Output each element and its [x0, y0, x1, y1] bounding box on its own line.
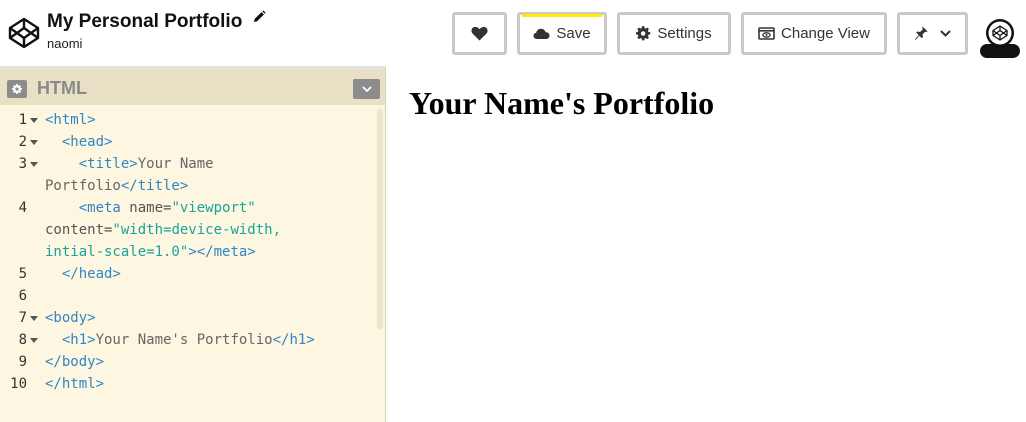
- code-line[interactable]: 5 </head>: [0, 263, 376, 285]
- code-token: </head>: [61, 266, 121, 282]
- code-text: <html>: [45, 109, 96, 131]
- settings-label: Settings: [657, 25, 712, 42]
- fold-arrow-icon[interactable]: [30, 140, 38, 145]
- fold-arrow-icon[interactable]: [30, 316, 38, 321]
- line-number: 5: [18, 266, 27, 282]
- pin-menu-button[interactable]: [897, 12, 968, 55]
- preview-heading: Your Name's Portfolio: [409, 85, 715, 121]
- line-number: 2: [18, 134, 27, 150]
- code-line[interactable]: 10 </html>: [0, 373, 376, 395]
- gear-icon: [636, 26, 651, 41]
- code-token: <meta: [78, 200, 130, 216]
- code-line[interactable]: 6: [0, 285, 376, 307]
- code-token: </title>: [120, 178, 189, 194]
- settings-button[interactable]: Settings: [617, 12, 731, 55]
- code-token: name=: [129, 200, 172, 216]
- line-number: 6: [18, 288, 27, 304]
- code-line[interactable]: 9 </body>: [0, 351, 376, 373]
- code-token: Your Name's Portfolio: [95, 332, 273, 348]
- user-avatar[interactable]: [978, 14, 1022, 58]
- project-info: My Personal Portfolio naomi: [47, 10, 266, 51]
- code-token: <h1>: [61, 332, 96, 348]
- code-text: </head>: [45, 263, 121, 285]
- line-number: 7: [18, 310, 27, 326]
- code-line[interactable]: 7 <body>: [0, 307, 376, 329]
- code-token: content=: [45, 222, 113, 238]
- fold-arrow-icon[interactable]: [30, 162, 38, 167]
- top-bar: My Personal Portfolio naomi Save Setting…: [0, 0, 1026, 66]
- editor-settings-button[interactable]: [7, 80, 27, 98]
- save-label: Save: [556, 25, 591, 42]
- editor-collapse-button[interactable]: [353, 79, 380, 99]
- line-number: 3: [18, 156, 27, 172]
- code-text: <title>Your Name: [45, 153, 214, 175]
- line-number: 10: [10, 376, 27, 392]
- user-name[interactable]: naomi: [47, 36, 266, 51]
- fold-arrow-icon[interactable]: [30, 338, 38, 343]
- code-line[interactable]: 8 <h1>Your Name's Portfolio</h1>: [0, 329, 376, 351]
- chevron-down-icon: [361, 86, 372, 92]
- code-token: </h1>: [272, 332, 315, 348]
- code-line[interactable]: 2 <head>: [0, 131, 376, 153]
- chevron-down-icon: [940, 30, 951, 37]
- code-token: ></meta>: [188, 244, 256, 260]
- change-view-label: Change View: [781, 25, 870, 42]
- line-number: 4: [18, 200, 27, 216]
- change-view-icon: [758, 27, 775, 40]
- code-token: intial-scale=1.0": [45, 244, 189, 260]
- code-text: intial-scale=1.0"></meta>: [45, 241, 256, 263]
- line-number: 8: [18, 332, 27, 348]
- html-editor-pane: HTML 1 <html> 2 <head> 3 <title>Your Name Po…: [0, 66, 386, 422]
- code-line[interactable]: 1 <html>: [0, 109, 376, 131]
- pin-icon: [914, 26, 928, 40]
- code-text: content="width=device-width,: [45, 219, 281, 241]
- code-token: </html>: [45, 376, 105, 392]
- code-token: "viewport": [171, 200, 256, 216]
- cloud-icon: [533, 28, 550, 39]
- gear-icon: [12, 84, 22, 94]
- fold-arrow-icon[interactable]: [30, 118, 38, 123]
- code-line[interactable]: 3 <title>Your Name: [0, 153, 376, 175]
- love-button[interactable]: [452, 12, 507, 55]
- code-line[interactable]: 4 <meta name="viewport": [0, 197, 376, 219]
- change-view-button[interactable]: Change View: [741, 12, 887, 55]
- code-token: <html>: [45, 112, 96, 128]
- code-token: <head>: [61, 134, 113, 150]
- code-text: <body>: [45, 307, 96, 329]
- code-token: Your Name: [137, 156, 214, 172]
- code-area[interactable]: 1 <html> 2 <head> 3 <title>Your Name Portfol…: [0, 109, 376, 395]
- line-number: 9: [18, 354, 27, 370]
- code-token: <title>: [78, 156, 138, 172]
- editor-title: HTML: [37, 78, 87, 98]
- codepen-logo-icon[interactable]: [8, 17, 40, 49]
- unsaved-indicator: [522, 14, 602, 17]
- project-title[interactable]: My Personal Portfolio: [47, 11, 242, 33]
- save-button[interactable]: Save: [517, 12, 607, 55]
- code-line[interactable]: content="width=device-width,: [0, 219, 376, 241]
- code-text: <head>: [45, 131, 113, 153]
- code-text: Portfolio</title>: [45, 175, 188, 197]
- editor-scrollbar[interactable]: [377, 109, 383, 329]
- code-token: "width=device-width,: [112, 222, 282, 238]
- preview-pane: Your Name's Portfolio: [400, 66, 1026, 422]
- line-number: 1: [18, 112, 27, 128]
- code-text: <h1>Your Name's Portfolio</h1>: [45, 329, 315, 351]
- heart-icon: [471, 26, 488, 41]
- editor-header: HTML: [0, 69, 385, 105]
- code-token: Portfolio: [45, 178, 121, 194]
- code-token: <body>: [45, 310, 96, 326]
- code-line[interactable]: Portfolio</title>: [0, 175, 376, 197]
- code-text: <meta name="viewport": [45, 197, 256, 219]
- code-token: </body>: [45, 354, 105, 370]
- code-line[interactable]: intial-scale=1.0"></meta>: [0, 241, 376, 263]
- code-text: </body>: [45, 351, 104, 373]
- code-text: </html>: [45, 373, 104, 395]
- edit-pencil-icon[interactable]: [252, 10, 266, 24]
